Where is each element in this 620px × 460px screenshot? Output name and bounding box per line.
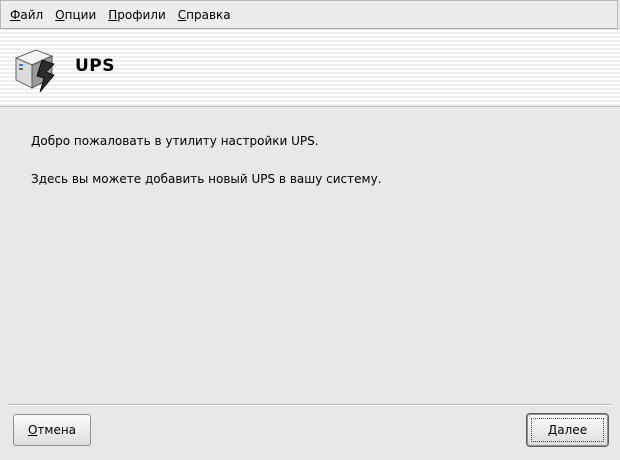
wizard-content: Добро пожаловать в утилиту настройки UPS… <box>0 108 620 404</box>
button-separator <box>8 404 612 406</box>
hint-text: Здесь вы можете добавить новый UPS в ваш… <box>31 172 382 186</box>
next-button[interactable]: Далее <box>527 414 608 446</box>
menu-profiles[interactable]: Профили <box>108 8 166 22</box>
next-button-focus-ring: Далее <box>531 418 604 442</box>
ups-power-icon <box>10 44 62 96</box>
menu-options[interactable]: Опции <box>55 8 96 22</box>
welcome-text: Добро пожаловать в утилиту настройки UPS… <box>31 134 319 148</box>
menu-bar: Файл Опции Профили Справка <box>0 0 618 29</box>
menu-file[interactable]: Файл <box>10 8 43 22</box>
menu-help[interactable]: Справка <box>178 8 231 22</box>
cancel-button[interactable]: Отмена <box>13 414 91 446</box>
wizard-header: UPS <box>0 30 620 107</box>
page-title: UPS <box>75 56 116 76</box>
